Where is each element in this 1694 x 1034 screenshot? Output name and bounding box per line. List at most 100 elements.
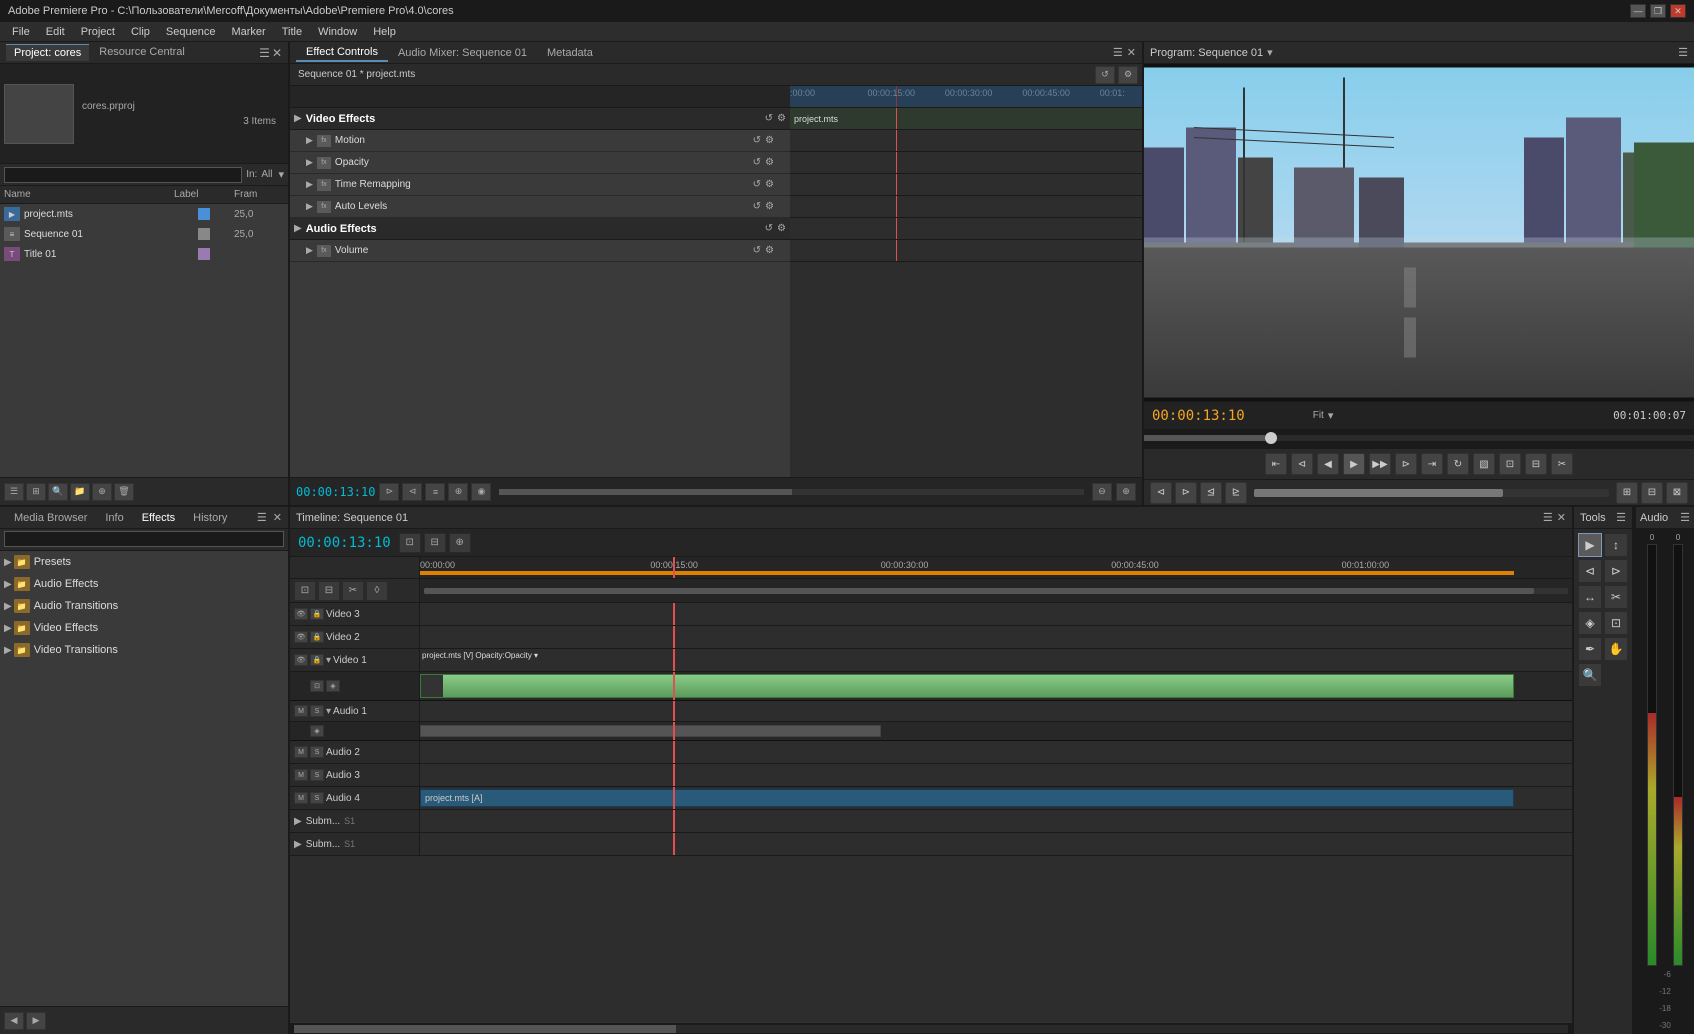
tools-menu[interactable]: ☰ xyxy=(1616,511,1626,524)
ep-tab-effects[interactable]: Effects xyxy=(134,510,183,526)
ctrl-step-forward[interactable]: ▶▶ xyxy=(1369,453,1391,475)
tool-zoom[interactable]: 🔍 xyxy=(1578,663,1602,687)
ctrl2-btn4[interactable]: ⊵ xyxy=(1225,482,1247,504)
volume-slider[interactable] xyxy=(1254,489,1609,497)
tl-ctrl-razor[interactable]: ✂ xyxy=(342,581,364,601)
video-effects-group[interactable]: ▶ Video Effects ↺ ⚙ xyxy=(290,108,790,130)
ctrl-go-to-prev[interactable]: ⊲ xyxy=(1291,453,1313,475)
effect-item-motion[interactable]: ▶ fx Motion ↺ ⚙ xyxy=(290,130,790,152)
timeline-close[interactable]: ✕ xyxy=(1557,511,1566,524)
ec-bottom-btn1[interactable]: ⊳ xyxy=(379,483,399,501)
ec-settings-btn[interactable]: ⚙ xyxy=(1118,66,1138,84)
video1-clip-block[interactable] xyxy=(420,674,1514,698)
ctrl-trim[interactable]: ✂ xyxy=(1551,453,1573,475)
track-solo-audio2[interactable]: S xyxy=(310,746,324,758)
video-effects-reset[interactable]: ↺ xyxy=(765,113,773,124)
menu-edit[interactable]: Edit xyxy=(38,24,73,40)
tab-project[interactable]: Project: cores xyxy=(6,44,89,61)
tool-razor[interactable]: ✂ xyxy=(1604,585,1628,609)
ec-bottom-btn4[interactable]: ⊕ xyxy=(448,483,468,501)
ep-next-btn[interactable]: ▶ xyxy=(26,1012,46,1030)
menu-marker[interactable]: Marker xyxy=(223,24,273,40)
effect-item-opacity[interactable]: ▶ fx Opacity ↺ ⚙ xyxy=(290,152,790,174)
effect-item-auto-levels[interactable]: ▶ fx Auto Levels ↺ ⚙ xyxy=(290,196,790,218)
track-mute-audio3[interactable]: M xyxy=(294,769,308,781)
ep-tab-media-browser[interactable]: Media Browser xyxy=(6,510,95,526)
panel-close-icon[interactable]: ✕ xyxy=(272,46,282,60)
tb-new-item[interactable]: ⊕ xyxy=(92,483,112,501)
tab-resource-central[interactable]: Resource Central xyxy=(91,44,193,61)
ep-panel-close[interactable]: ✕ xyxy=(273,511,282,524)
tl-ctrl-snap[interactable]: ⊡ xyxy=(294,581,316,601)
tl-timecode-display[interactable]: 00:00:13:10 xyxy=(298,535,391,551)
track-lock-video1[interactable]: 🔒 xyxy=(310,654,324,666)
track-expand-video1[interactable]: ▾ xyxy=(326,655,331,666)
track-eye-video3[interactable]: 👁 xyxy=(294,608,308,620)
restore-button[interactable]: ❐ xyxy=(1650,4,1666,18)
ec-bottom-btn3[interactable]: ≡ xyxy=(425,483,445,501)
program-menu-icon[interactable]: ☰ xyxy=(1678,46,1688,59)
folder-audio-effects[interactable]: ▶ 📁 Audio Effects xyxy=(0,573,288,595)
fit-dropdown[interactable]: ▾ xyxy=(1328,409,1334,422)
track-eye-video1[interactable]: 👁 xyxy=(294,654,308,666)
ep-tab-info[interactable]: Info xyxy=(97,510,131,526)
ctrl-play[interactable]: ▶ xyxy=(1343,453,1365,475)
close-button[interactable]: ✕ xyxy=(1670,4,1686,18)
menu-file[interactable]: File xyxy=(4,24,38,40)
track-expand-audio1[interactable]: ▾ xyxy=(326,706,331,717)
volume-reset[interactable]: ↺ xyxy=(753,245,761,256)
tl-ctrl-linked[interactable]: ⊟ xyxy=(318,581,340,601)
auto-levels-settings[interactable]: ⚙ xyxy=(765,201,774,212)
ec-panel-menu[interactable]: ☰ xyxy=(1113,46,1123,59)
ep-tab-history[interactable]: History xyxy=(185,510,235,526)
time-remapping-reset[interactable]: ↺ xyxy=(753,179,761,190)
track-mute-audio2[interactable]: M xyxy=(294,746,308,758)
folder-video-transitions[interactable]: ▶ 📁 Video Transitions xyxy=(0,639,288,661)
menu-sequence[interactable]: Sequence xyxy=(158,24,224,40)
audio-effects-reset[interactable]: ↺ xyxy=(765,223,773,234)
opacity-settings[interactable]: ⚙ xyxy=(765,157,774,168)
motion-reset[interactable]: ↺ xyxy=(753,135,761,146)
ec-bottom-btn5[interactable]: ◉ xyxy=(471,483,491,501)
menu-clip[interactable]: Clip xyxy=(123,24,158,40)
track-solo-audio3[interactable]: S xyxy=(310,769,324,781)
timeline-menu[interactable]: ☰ xyxy=(1543,511,1553,524)
ctrl2-btn1[interactable]: ⊲ xyxy=(1150,482,1172,504)
sub-track-icon2[interactable]: ◈ xyxy=(326,680,340,692)
ctrl2-btn3[interactable]: ⊴ xyxy=(1200,482,1222,504)
track-mute-audio4[interactable]: M xyxy=(294,792,308,804)
time-remapping-settings[interactable]: ⚙ xyxy=(765,179,774,190)
ctrl-safe-margins[interactable]: ▧ xyxy=(1473,453,1495,475)
ctrl2-btn7[interactable]: ⊠ xyxy=(1666,482,1688,504)
label-all-dropdown[interactable]: ▾ xyxy=(278,168,284,181)
opacity-reset[interactable]: ↺ xyxy=(753,157,761,168)
tl-ctrl-marker[interactable]: ◊ xyxy=(366,581,388,601)
file-item-title[interactable]: T Title 01 xyxy=(0,244,288,264)
ctrl-go-to-out[interactable]: ⇥ xyxy=(1421,453,1443,475)
ec-zoom-in[interactable]: ⊕ xyxy=(1116,483,1136,501)
ep-panel-menu[interactable]: ☰ xyxy=(257,511,267,524)
ctrl-output[interactable]: ⊡ xyxy=(1499,453,1521,475)
tool-ripple-edit[interactable]: ⊲ xyxy=(1578,559,1602,583)
ctrl2-multi-cam[interactable]: ⊞ xyxy=(1616,482,1638,504)
ctrl2-btn2[interactable]: ⊳ xyxy=(1175,482,1197,504)
track-eye-video2[interactable]: 👁 xyxy=(294,631,308,643)
tl-btn-add-marker[interactable]: ⊕ xyxy=(449,533,471,553)
track-lock-video2[interactable]: 🔒 xyxy=(310,631,324,643)
tl-btn-snap[interactable]: ⊡ xyxy=(399,533,421,553)
ctrl-go-to-next[interactable]: ⊳ xyxy=(1395,453,1417,475)
file-item-sequence[interactable]: ≡ Sequence 01 25,0 xyxy=(0,224,288,244)
ec-reset-btn[interactable]: ↺ xyxy=(1095,66,1115,84)
tb-folder[interactable]: 📁 xyxy=(70,483,90,501)
program-dropdown-icon[interactable]: ▾ xyxy=(1267,46,1273,59)
search-input[interactable] xyxy=(4,167,242,183)
track-mute-audio1[interactable]: M xyxy=(294,705,308,717)
motion-settings[interactable]: ⚙ xyxy=(765,135,774,146)
tool-pen[interactable]: ✒ xyxy=(1578,637,1602,661)
tl-btn-link[interactable]: ⊟ xyxy=(424,533,446,553)
menu-window[interactable]: Window xyxy=(310,24,365,40)
menu-project[interactable]: Project xyxy=(73,24,123,40)
tool-select[interactable]: ▶ xyxy=(1578,533,1602,557)
ec-bottom-btn2[interactable]: ⊲ xyxy=(402,483,422,501)
ec-scrollbar[interactable] xyxy=(499,489,1084,495)
